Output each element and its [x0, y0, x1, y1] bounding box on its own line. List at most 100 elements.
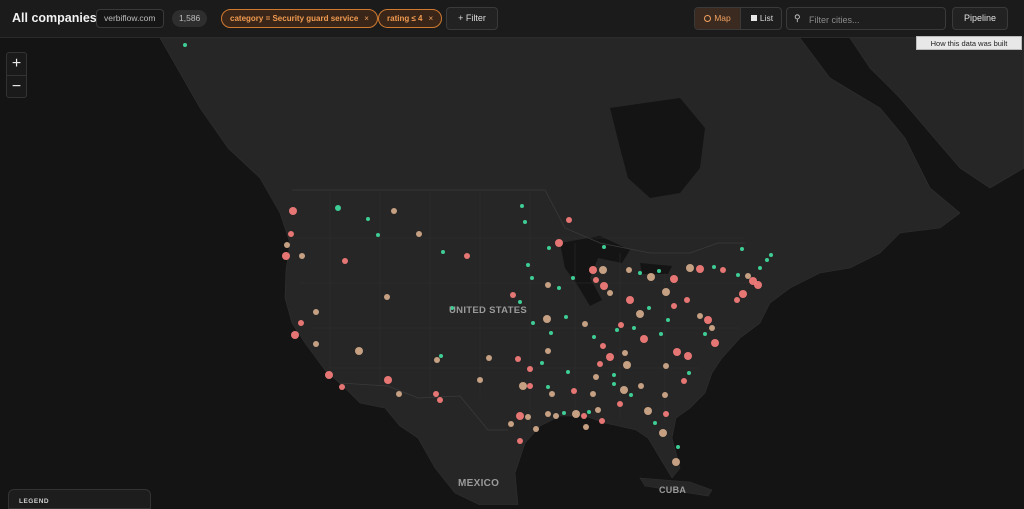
map-view-button[interactable]: Map [695, 8, 741, 29]
map-marker[interactable] [622, 350, 628, 356]
pipeline-button[interactable]: Pipeline [952, 7, 1008, 30]
city-filter-input[interactable] [807, 11, 945, 28]
map-marker[interactable] [736, 273, 740, 277]
map-marker[interactable] [629, 393, 633, 397]
map-marker[interactable] [644, 407, 652, 415]
map-marker[interactable] [183, 43, 187, 47]
map-marker[interactable] [640, 335, 648, 343]
map-marker[interactable] [745, 273, 751, 279]
map-marker[interactable] [626, 296, 634, 304]
map-marker[interactable] [709, 325, 715, 331]
map-marker[interactable] [566, 370, 570, 374]
map-marker[interactable] [486, 355, 492, 361]
map-canvas[interactable]: + − [0, 38, 1024, 505]
map-marker[interactable] [711, 339, 719, 347]
map-marker[interactable] [697, 313, 703, 319]
map-marker[interactable] [384, 376, 392, 384]
map-marker[interactable] [647, 306, 651, 310]
map-marker[interactable] [553, 413, 559, 419]
map-marker[interactable] [545, 282, 551, 288]
zoom-out-button[interactable]: − [7, 76, 26, 98]
map-marker[interactable] [607, 290, 613, 296]
map-marker[interactable] [765, 258, 769, 262]
map-marker[interactable] [592, 335, 596, 339]
map-marker[interactable] [740, 247, 744, 251]
map-marker[interactable] [681, 378, 687, 384]
map-marker[interactable] [676, 445, 680, 449]
map-marker[interactable] [720, 267, 726, 273]
map-marker[interactable] [527, 383, 533, 389]
map-marker[interactable] [518, 300, 522, 304]
map-marker[interactable] [516, 412, 524, 420]
map-marker[interactable] [564, 315, 568, 319]
map-marker[interactable] [555, 239, 563, 247]
map-marker[interactable] [441, 250, 445, 254]
list-view-button[interactable]: List [741, 8, 781, 29]
map-marker[interactable] [313, 309, 319, 315]
map-marker[interactable] [657, 269, 661, 273]
map-marker[interactable] [704, 316, 712, 324]
map-marker[interactable] [769, 253, 773, 257]
map-marker[interactable] [617, 401, 623, 407]
map-marker[interactable] [547, 246, 551, 250]
map-marker[interactable] [464, 253, 470, 259]
map-marker[interactable] [600, 282, 608, 290]
map-marker[interactable] [703, 332, 707, 336]
map-marker[interactable] [508, 421, 514, 427]
map-marker[interactable] [519, 382, 527, 390]
map-marker[interactable] [587, 410, 591, 414]
map-marker[interactable] [543, 315, 551, 323]
map-marker[interactable] [376, 233, 380, 237]
map-marker[interactable] [299, 253, 305, 259]
map-marker[interactable] [540, 361, 544, 365]
map-marker[interactable] [739, 290, 747, 298]
map-marker[interactable] [510, 292, 516, 298]
map-marker[interactable] [670, 275, 678, 283]
map-marker[interactable] [335, 205, 341, 211]
map-marker[interactable] [583, 424, 589, 430]
map-marker[interactable] [549, 331, 553, 335]
filter-chip-rating[interactable]: rating ≤ 4 × [378, 9, 443, 28]
map-marker[interactable] [545, 411, 551, 417]
map-marker[interactable] [684, 352, 692, 360]
map-marker[interactable] [666, 318, 670, 322]
map-marker[interactable] [526, 263, 530, 267]
map-marker[interactable] [325, 371, 333, 379]
map-marker[interactable] [530, 276, 534, 280]
map-marker[interactable] [712, 265, 716, 269]
map-marker[interactable] [384, 294, 390, 300]
map-marker[interactable] [396, 391, 402, 397]
add-filter-button[interactable]: + Filter [446, 7, 498, 30]
map-marker[interactable] [673, 348, 681, 356]
map-marker[interactable] [662, 288, 670, 296]
map-marker[interactable] [589, 266, 597, 274]
filter-chip-category[interactable]: category = Security guard service × [221, 9, 378, 28]
map-marker[interactable] [566, 217, 572, 223]
map-marker[interactable] [686, 264, 694, 272]
map-marker[interactable] [581, 413, 587, 419]
map-marker[interactable] [758, 266, 762, 270]
map-marker[interactable] [437, 397, 443, 403]
map-marker[interactable] [632, 326, 636, 330]
map-marker[interactable] [647, 273, 655, 281]
map-marker[interactable] [626, 267, 632, 273]
map-marker[interactable] [533, 426, 539, 432]
map-marker[interactable] [754, 281, 762, 289]
map-marker[interactable] [572, 410, 580, 418]
map-marker[interactable] [342, 258, 348, 264]
map-marker[interactable] [599, 418, 605, 424]
domain-chip[interactable]: verbiflow.com [96, 9, 164, 28]
map-marker[interactable] [391, 208, 397, 214]
map-marker[interactable] [515, 356, 521, 362]
map-marker[interactable] [672, 458, 680, 466]
map-marker[interactable] [434, 357, 440, 363]
map-marker[interactable] [282, 252, 290, 260]
map-marker[interactable] [291, 331, 299, 339]
map-marker[interactable] [571, 388, 577, 394]
map-marker[interactable] [602, 245, 606, 249]
map-marker[interactable] [687, 371, 691, 375]
map-marker[interactable] [562, 411, 566, 415]
map-marker[interactable] [557, 286, 561, 290]
map-marker[interactable] [606, 353, 614, 361]
map-marker[interactable] [477, 377, 483, 383]
